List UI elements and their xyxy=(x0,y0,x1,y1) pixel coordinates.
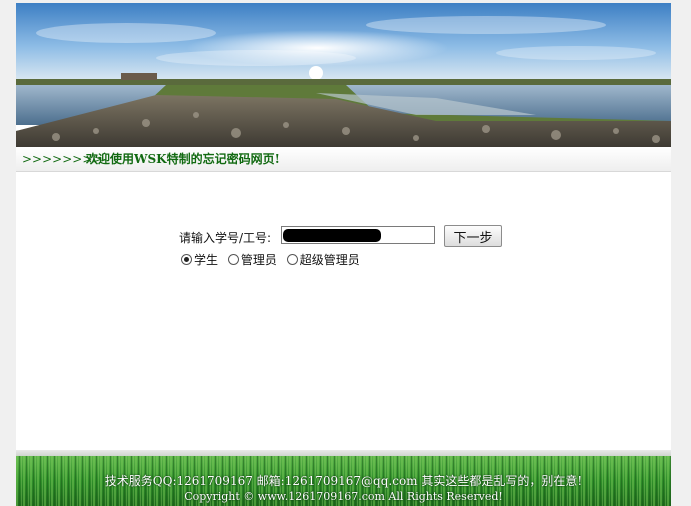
radio-selected-icon[interactable] xyxy=(181,254,192,265)
role-radio-group: 学生 管理员 超级管理员 xyxy=(181,251,366,268)
redacted-id-mark xyxy=(283,229,381,242)
footer-copyright-text: Copyright © www.1261709167.com All Right… xyxy=(184,490,503,503)
role-radio-student[interactable]: 学生 xyxy=(181,251,224,268)
footer-contact-text: 技术服务QQ:1261709167 邮箱:1261709167@qq.com 其… xyxy=(104,474,583,488)
role-label: 管理员 xyxy=(240,253,277,267)
page-container: >>>>>>>> 欢迎使用WSK特制的忘记密码网页! 请输入学号/工号: 下一步… xyxy=(16,3,671,506)
footer-grass-banner: 技术服务QQ:1261709167 邮箱:1261709167@qq.com 其… xyxy=(16,456,671,506)
radio-unselected-icon[interactable] xyxy=(227,254,239,265)
id-label: 请输入学号/工号: xyxy=(179,231,272,245)
role-radio-admin[interactable]: 管理员 xyxy=(227,251,283,268)
role-radio-super-admin[interactable]: 超级管理员 xyxy=(286,251,366,268)
welcome-bar: >>>>>>>> 欢迎使用WSK特制的忘记密码网页! xyxy=(16,147,671,172)
role-label: 学生 xyxy=(194,253,219,267)
next-step-button[interactable]: 下一步 xyxy=(444,225,502,247)
welcome-message: 欢迎使用WSK特制的忘记密码网页! xyxy=(86,152,280,166)
header-banner-image xyxy=(16,3,671,147)
radio-unselected-icon[interactable] xyxy=(286,254,298,265)
role-label: 超级管理员 xyxy=(299,253,360,267)
forgot-password-form: 请输入学号/工号: 下一步 学生 管理员 超级管理员 xyxy=(179,225,539,271)
